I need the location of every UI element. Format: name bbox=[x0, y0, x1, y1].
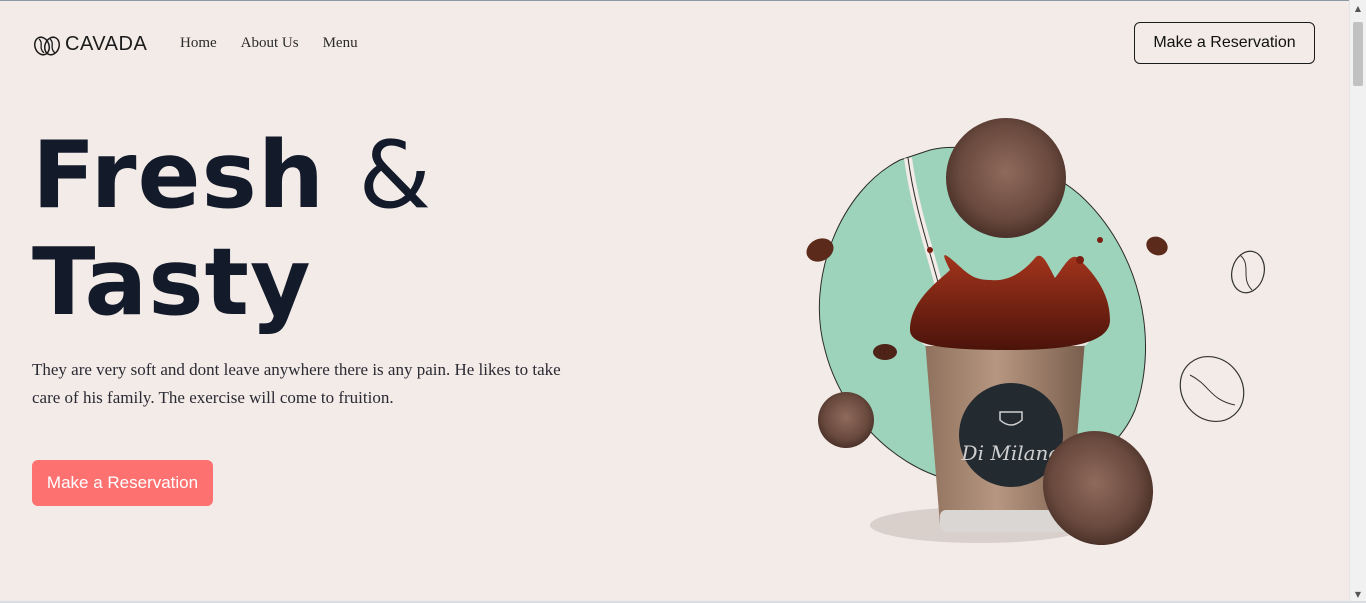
scroll-up-arrow-icon[interactable]: ▲ bbox=[1350, 4, 1366, 13]
brand-name: CAVADA bbox=[65, 32, 148, 55]
cookie-top bbox=[946, 118, 1066, 238]
nav-menu-link[interactable]: Menu bbox=[323, 35, 358, 52]
hero-title-line1: Fresh & bbox=[32, 122, 432, 229]
scroll-down-arrow-icon[interactable]: ▼ bbox=[1350, 590, 1366, 599]
hero-coffee-illustration: Di Milano bbox=[806, 118, 1265, 546]
hero-title: Fresh & Tasty bbox=[32, 122, 432, 336]
window-top-border bbox=[0, 0, 1366, 1]
main-nav: Home About Us Menu bbox=[180, 35, 358, 52]
hero-reservation-button[interactable]: Make a Reservation bbox=[32, 460, 213, 506]
vertical-scrollbar[interactable]: ▲ ▼ bbox=[1349, 0, 1366, 603]
cup-label: Di Milano bbox=[961, 441, 1061, 465]
hero-title-ampersand: & bbox=[358, 121, 433, 229]
hero-title-fresh: Fresh bbox=[32, 121, 326, 229]
outline-bean-large bbox=[1179, 355, 1245, 423]
nav-home-link[interactable]: Home bbox=[180, 35, 217, 52]
nav-about-link[interactable]: About Us bbox=[241, 35, 299, 52]
coffee-bean-logo-icon bbox=[33, 36, 61, 56]
outline-bean-small bbox=[1231, 250, 1265, 294]
cookie-left bbox=[818, 392, 874, 448]
header-reservation-button[interactable]: Make a Reservation bbox=[1134, 22, 1315, 64]
hero-description: They are very soft and dont leave anywhe… bbox=[32, 360, 561, 407]
brand-logo[interactable]: CAVADA bbox=[33, 30, 147, 58]
scroll-thumb[interactable] bbox=[1353, 22, 1363, 86]
hero-title-line2: Tasty bbox=[32, 228, 312, 336]
